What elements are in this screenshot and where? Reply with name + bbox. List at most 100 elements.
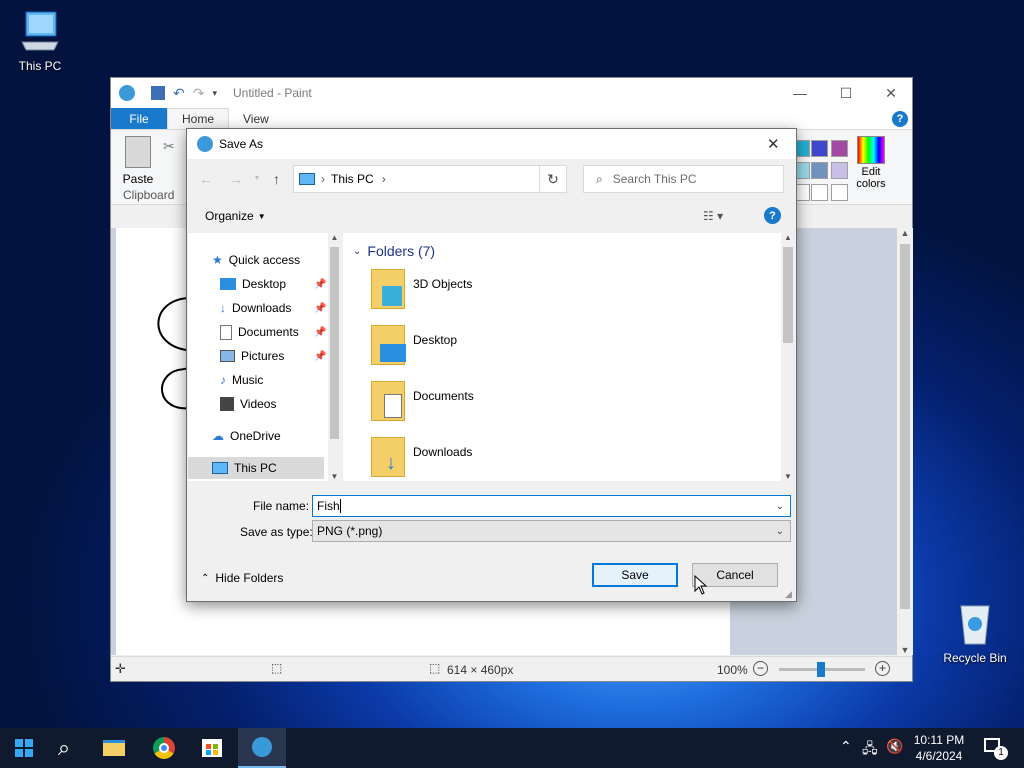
scroll-down-icon[interactable]: ▼ <box>897 645 913 655</box>
paint-app-icon <box>119 85 135 101</box>
file-explorer-button[interactable] <box>90 728 138 768</box>
paint-titlebar: ↶ ↷ ▾ Untitled - Paint — ☐ ✕ <box>111 78 912 108</box>
scroll-down-icon[interactable]: ▼ <box>781 472 795 481</box>
windows-logo-icon <box>15 739 33 757</box>
save-quick-icon[interactable] <box>151 86 165 100</box>
tab-home[interactable]: Home <box>167 108 230 129</box>
selection-size-icon: ⬚ <box>271 661 283 675</box>
color-swatch[interactable] <box>831 162 848 179</box>
taskbar-search-button[interactable]: ⌕ <box>40 728 88 768</box>
zoom-in-button[interactable]: + <box>875 661 890 676</box>
redo-icon[interactable]: ↷ <box>193 85 205 102</box>
volume-muted-icon[interactable]: 🔇 <box>886 738 903 755</box>
canvas-size-icon: ⬚ <box>429 661 441 675</box>
forward-button[interactable]: → <box>229 171 243 187</box>
scroll-thumb[interactable] <box>900 244 910 609</box>
nav-pictures[interactable]: Pictures 📌 <box>220 345 326 367</box>
folder-item[interactable]: Desktop <box>371 325 457 365</box>
chevron-down-icon[interactable]: ⌄ <box>776 501 784 512</box>
maximize-button[interactable]: ☐ <box>823 78 869 108</box>
scroll-up-icon[interactable]: ▲ <box>328 233 341 242</box>
nav-onedrive-label: OneDrive <box>230 429 281 443</box>
zoom-slider[interactable] <box>779 662 865 677</box>
nav-quick-access[interactable]: ★ Quick access <box>212 249 300 271</box>
quick-access-dropdown-icon[interactable]: ▾ <box>212 88 217 99</box>
desktop-icon-recycle-bin[interactable]: Recycle Bin <box>935 602 1015 665</box>
undo-icon[interactable]: ↶ <box>173 85 185 102</box>
file-name-value: Fish <box>317 499 340 513</box>
network-icon[interactable]: 🖧 <box>862 738 878 762</box>
show-hidden-icons-button[interactable]: ⌃ <box>840 738 852 755</box>
rainbow-icon <box>857 136 885 164</box>
cut-icon[interactable]: ✂ <box>163 138 175 155</box>
save-button[interactable]: Save <box>592 563 678 587</box>
color-swatch[interactable] <box>831 140 848 157</box>
desktop-icon-this-pc[interactable]: This PC <box>0 10 80 73</box>
clock-time: 10:11 PM <box>913 733 965 747</box>
dialog-help-icon[interactable]: ? <box>764 207 781 224</box>
scroll-up-icon[interactable]: ▲ <box>897 228 913 238</box>
chrome-button[interactable] <box>140 728 188 768</box>
back-button[interactable]: ← <box>199 171 213 187</box>
view-options-icon[interactable]: ☷ ▾ <box>703 209 723 223</box>
minimize-button[interactable]: — <box>777 78 823 108</box>
edit-colors-button[interactable]: Edit colors <box>853 136 889 190</box>
nav-this-pc[interactable]: This PC <box>188 457 324 479</box>
nav-quick-access-label: Quick access <box>228 253 301 267</box>
hide-folders-button[interactable]: ⌃ Hide Folders <box>201 571 283 585</box>
tab-file[interactable]: File <box>111 108 167 129</box>
nav-onedrive[interactable]: ☁ OneDrive <box>212 425 281 447</box>
help-icon[interactable]: ? <box>892 110 908 127</box>
folder-item[interactable]: Documents <box>371 381 474 421</box>
pin-icon: 📌 <box>314 326 327 338</box>
save-type-label: Save as type: <box>240 525 313 539</box>
notification-count-badge: 1 <box>994 746 1008 760</box>
color-swatch[interactable] <box>831 184 848 201</box>
recycle-bin-label: Recycle Bin <box>943 651 1007 665</box>
resize-grip-icon[interactable]: ◢ <box>785 589 792 600</box>
nav-documents[interactable]: Documents 📌 <box>220 321 326 343</box>
paint-taskbar-button[interactable] <box>238 728 286 768</box>
nav-desktop[interactable]: Desktop 📌 <box>220 273 326 295</box>
refresh-button[interactable]: ↻ <box>539 165 567 193</box>
dialog-close-button[interactable]: ✕ <box>767 135 780 153</box>
paste-button[interactable]: Paste <box>121 136 155 186</box>
clock[interactable]: 10:11 PM 4/6/2024 <box>906 732 972 764</box>
nav-scroll-thumb[interactable] <box>330 247 339 439</box>
breadcrumb-this-pc[interactable]: This PC <box>331 172 374 186</box>
content-scrollbar[interactable]: ▲ ▼ <box>781 233 795 481</box>
close-button[interactable]: ✕ <box>868 78 914 108</box>
save-type-select[interactable]: PNG (*.png) ⌄ <box>312 520 791 542</box>
nav-scrollbar[interactable]: ▲ ▼ <box>328 233 341 481</box>
scroll-down-icon[interactable]: ▼ <box>328 472 341 481</box>
tab-view[interactable]: View <box>229 108 283 129</box>
nav-downloads[interactable]: ↓ Downloads 📌 <box>220 297 326 319</box>
content-scroll-thumb[interactable] <box>783 247 793 343</box>
notifications-button[interactable]: 1 <box>980 736 1008 760</box>
canvas-vertical-scrollbar[interactable]: ▲ ▼ <box>897 228 913 655</box>
folder-item[interactable]: ↓ Downloads <box>371 437 472 477</box>
color-swatch[interactable] <box>811 140 828 157</box>
nav-videos[interactable]: Videos <box>220 393 276 415</box>
folder-label: Downloads <box>413 445 473 459</box>
color-swatch[interactable] <box>811 162 828 179</box>
up-button[interactable]: ↑ <box>273 171 280 187</box>
organize-button[interactable]: Organize ▼ <box>205 209 266 223</box>
folder-item[interactable]: 3D Objects <box>371 269 472 309</box>
cursor-position-icon: ✛ <box>115 661 126 676</box>
store-button[interactable] <box>188 728 236 768</box>
zoom-out-button[interactable]: − <box>753 661 768 676</box>
folders-group-header[interactable]: ⌄ Folders (7) <box>353 243 435 259</box>
recent-locations-icon[interactable]: ▾ <box>255 173 259 182</box>
color-swatch[interactable] <box>811 184 828 201</box>
scroll-up-icon[interactable]: ▲ <box>781 233 795 242</box>
nav-music[interactable]: ♪ Music <box>220 369 263 391</box>
folder-documents-icon <box>371 381 405 421</box>
status-bar: ✛ ⬚ ⬚ 614 × 460px 100% − + <box>111 656 912 681</box>
zoom-slider-thumb[interactable] <box>817 662 825 677</box>
search-box[interactable]: ⌕ Search This PC <box>583 165 784 193</box>
search-icon: ⌕ <box>57 735 71 760</box>
file-name-input[interactable]: Fish ⌄ <box>312 495 791 517</box>
folders-header-label: Folders (7) <box>367 243 436 259</box>
address-bar[interactable]: › This PC › ⌄ <box>293 165 559 193</box>
